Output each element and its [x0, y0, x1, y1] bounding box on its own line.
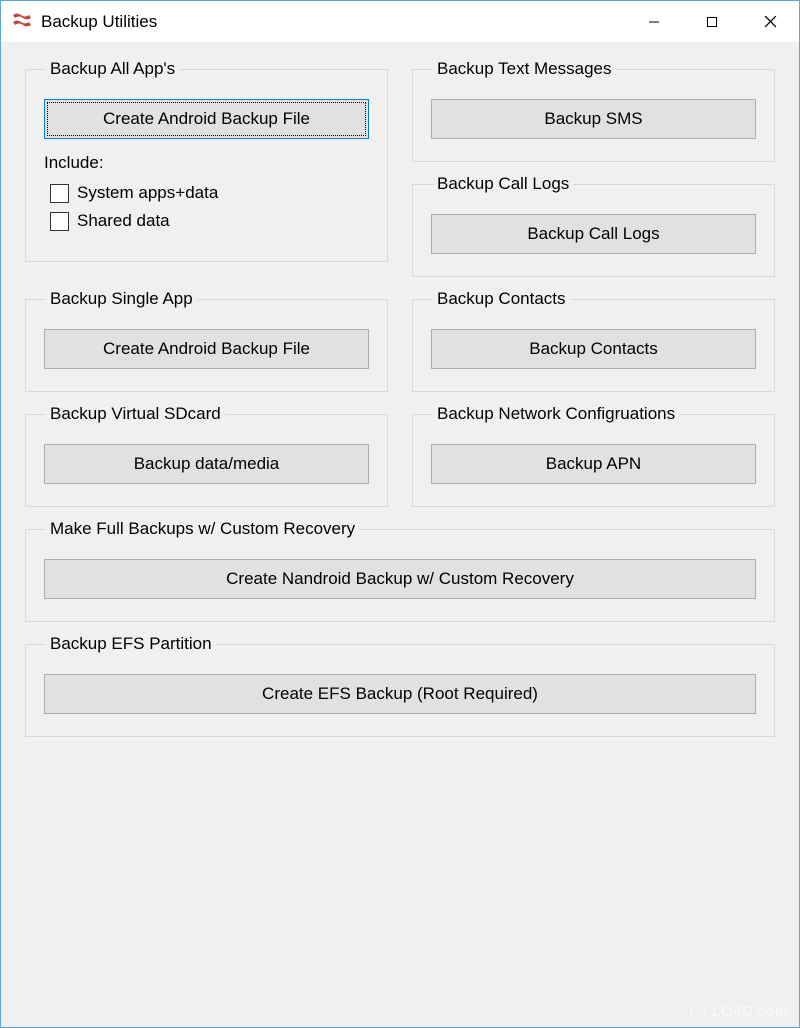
backup-sms-button[interactable]: Backup SMS	[431, 99, 756, 139]
legend-backup-network: Backup Network Configruations	[433, 404, 679, 424]
titlebar: Backup Utilities	[1, 1, 799, 43]
group-backup-contacts: Backup Contacts Backup Contacts	[412, 289, 775, 392]
window-title: Backup Utilities	[41, 12, 625, 32]
checkbox-system-apps-label: System apps+data	[77, 183, 218, 203]
legend-backup-call-logs: Backup Call Logs	[433, 174, 573, 194]
legend-backup-contacts: Backup Contacts	[433, 289, 570, 309]
legend-backup-efs: Backup EFS Partition	[46, 634, 216, 654]
legend-backup-all-apps: Backup All App's	[46, 59, 179, 79]
legend-full-backups: Make Full Backups w/ Custom Recovery	[46, 519, 359, 539]
group-backup-efs: Backup EFS Partition Create EFS Backup (…	[25, 634, 775, 737]
group-backup-virtual-sdcard: Backup Virtual SDcard Backup data/media	[25, 404, 388, 507]
checkbox-shared-data[interactable]: Shared data	[50, 211, 369, 231]
app-icon	[11, 11, 33, 33]
legend-backup-text-messages: Backup Text Messages	[433, 59, 616, 79]
close-button[interactable]	[741, 1, 799, 42]
group-backup-text-messages: Backup Text Messages Backup SMS	[412, 59, 775, 162]
create-android-backup-single-button[interactable]: Create Android Backup File	[44, 329, 369, 369]
minimize-button[interactable]	[625, 1, 683, 42]
group-backup-single-app: Backup Single App Create Android Backup …	[25, 289, 388, 392]
include-label: Include:	[44, 153, 369, 173]
group-backup-call-logs: Backup Call Logs Backup Call Logs	[412, 174, 775, 277]
checkbox-shared-data-label: Shared data	[77, 211, 170, 231]
client-area: Backup All App's Create Android Backup F…	[1, 43, 799, 1027]
checkbox-system-apps[interactable]: System apps+data	[50, 183, 369, 203]
window-controls	[625, 1, 799, 42]
maximize-button[interactable]	[683, 1, 741, 42]
app-window: Backup Utilities Backup All App's Create…	[0, 0, 800, 1028]
group-full-backups: Make Full Backups w/ Custom Recovery Cre…	[25, 519, 775, 622]
checkbox-icon	[50, 212, 69, 231]
group-backup-all-apps: Backup All App's Create Android Backup F…	[25, 59, 388, 262]
legend-backup-virtual-sdcard: Backup Virtual SDcard	[46, 404, 225, 424]
legend-backup-single-app: Backup Single App	[46, 289, 197, 309]
backup-call-logs-button[interactable]: Backup Call Logs	[431, 214, 756, 254]
backup-contacts-button[interactable]: Backup Contacts	[431, 329, 756, 369]
checkbox-icon	[50, 184, 69, 203]
group-backup-network: Backup Network Configruations Backup APN	[412, 404, 775, 507]
create-efs-backup-button[interactable]: Create EFS Backup (Root Required)	[44, 674, 756, 714]
backup-apn-button[interactable]: Backup APN	[431, 444, 756, 484]
create-android-backup-all-button[interactable]: Create Android Backup File	[44, 99, 369, 139]
create-nandroid-backup-button[interactable]: Create Nandroid Backup w/ Custom Recover…	[44, 559, 756, 599]
backup-data-media-button[interactable]: Backup data/media	[44, 444, 369, 484]
